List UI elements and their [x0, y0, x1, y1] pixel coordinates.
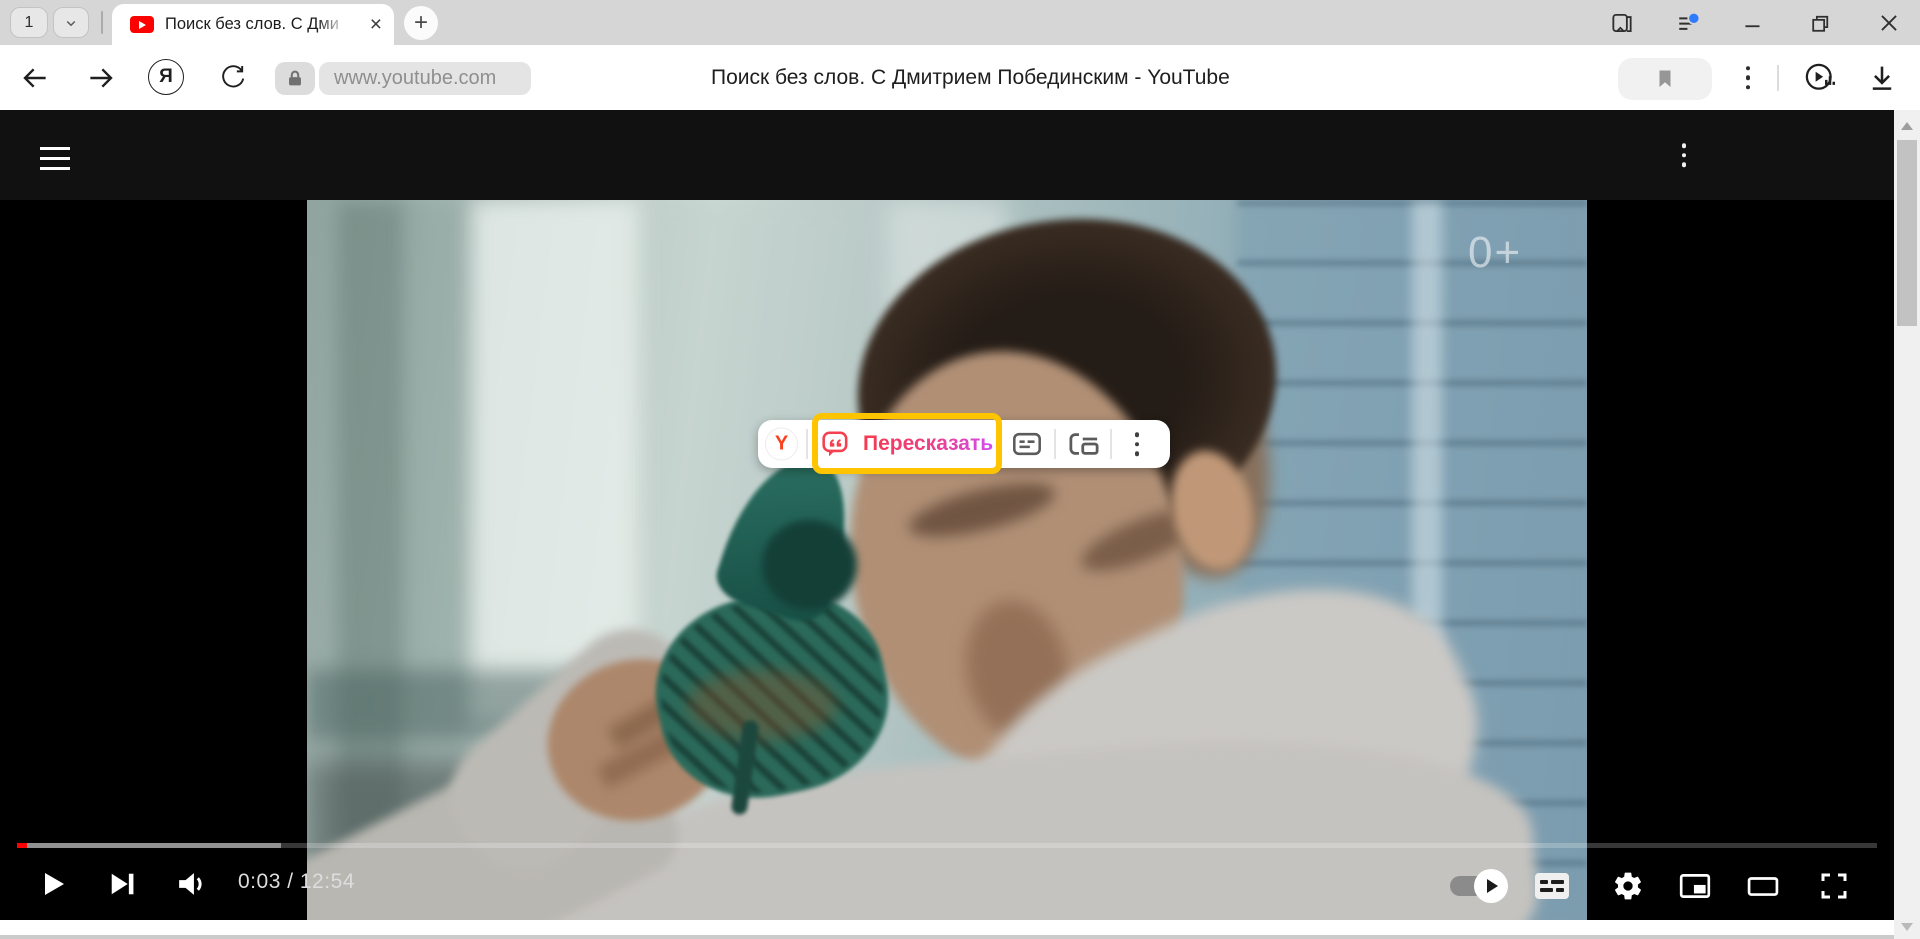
- close-icon: [1876, 10, 1902, 36]
- address-bar: Я www.youtube.com Поиск без слов. С Дмит…: [0, 45, 1920, 110]
- tabbar-separator: [101, 11, 103, 34]
- fullscreen-icon: [1818, 870, 1850, 902]
- time-display: 0:03 / 12:54: [238, 870, 355, 894]
- scroll-down-icon[interactable]: [1901, 923, 1913, 931]
- downloads-button[interactable]: [1860, 61, 1904, 95]
- browser-more-menu[interactable]: [1738, 66, 1758, 90]
- browser-window: 1 Поиск без слов. С Дми × +: [0, 0, 1920, 939]
- picture-in-picture-icon: [1067, 429, 1101, 459]
- volume-button[interactable]: [172, 864, 212, 904]
- gear-icon: [1612, 870, 1644, 902]
- progress-played: [17, 843, 27, 848]
- fullscreen-button[interactable]: [1816, 868, 1852, 904]
- yandex-overlay-button[interactable]: Y: [765, 428, 798, 461]
- site-security-button[interactable]: [275, 62, 315, 95]
- overlay-separator: [1110, 429, 1112, 459]
- yandex-letter: Я: [159, 66, 173, 88]
- reload-icon: [217, 63, 247, 93]
- menu-with-notification-icon: [1674, 9, 1702, 37]
- scene-chameleon-speckles: [687, 670, 837, 740]
- window-restore-button[interactable]: [1805, 8, 1835, 38]
- addressbar-separator: [1777, 65, 1779, 91]
- yandex-y-letter: Y: [775, 433, 788, 456]
- overlay-separator: [806, 429, 808, 459]
- tab-counter-value: 1: [25, 14, 34, 32]
- tab-list-dropdown[interactable]: [53, 7, 89, 38]
- subtitles-icon: [1011, 429, 1043, 459]
- miniplayer-button[interactable]: [1677, 869, 1713, 903]
- overlay-subtitles-button[interactable]: [1010, 429, 1044, 459]
- chevron-down-icon: [62, 14, 80, 32]
- autoplay-toggle[interactable]: [1450, 876, 1504, 896]
- bookmark-icon: [1653, 67, 1677, 91]
- guide-menu-button[interactable]: [40, 147, 70, 177]
- yandex-search-button[interactable]: Я: [148, 59, 184, 95]
- download-icon: [1865, 61, 1899, 95]
- url-field[interactable]: www.youtube.com: [319, 62, 531, 95]
- hamburger-icon: [40, 147, 70, 150]
- play-icon: [38, 868, 68, 900]
- scene-building-column: [407, 200, 467, 840]
- tab-title: Поиск без слов. С Дми: [165, 15, 350, 34]
- overlay-more-menu[interactable]: [1124, 432, 1150, 456]
- play-button[interactable]: [36, 866, 70, 902]
- page-bottom-strip: [0, 920, 1920, 939]
- video-frame[interactable]: [307, 200, 1587, 920]
- back-button[interactable]: [18, 62, 52, 94]
- scene-chameleon-head: [762, 520, 857, 610]
- new-tab-button[interactable]: +: [404, 6, 438, 40]
- forward-button[interactable]: [84, 62, 118, 94]
- active-tab[interactable]: Поиск без слов. С Дми ×: [112, 4, 394, 45]
- bookmarks-panel-icon: [1609, 10, 1635, 36]
- window-close-button[interactable]: [1874, 8, 1904, 38]
- video-player: Y Пересказать: [0, 200, 1920, 920]
- autoplay-knob-icon: [1474, 869, 1508, 903]
- overlay-separator: [1054, 429, 1056, 459]
- theater-mode-button[interactable]: [1744, 869, 1782, 903]
- next-button[interactable]: [104, 866, 140, 902]
- browser-profile-menu[interactable]: [1673, 8, 1703, 38]
- overlay-pip-button[interactable]: [1066, 429, 1102, 459]
- page-title: Поиск без слов. С Дмитрием Побединским -…: [711, 66, 1230, 90]
- video-translate-button[interactable]: [1798, 58, 1842, 98]
- url-text: www.youtube.com: [334, 67, 496, 90]
- progress-buffered: [17, 843, 281, 848]
- back-arrow-icon: [19, 62, 51, 94]
- bookmark-button[interactable]: [1618, 58, 1712, 100]
- volume-icon: [174, 866, 210, 902]
- play-circle-bars-icon: [1800, 58, 1840, 98]
- youtube-favicon-icon: [130, 16, 154, 33]
- youtube-more-menu[interactable]: [1674, 143, 1694, 167]
- scrollbar-thumb[interactable]: [1897, 140, 1917, 326]
- youtube-masthead: YouTube RU: [0, 110, 1920, 200]
- next-icon: [106, 868, 138, 900]
- forward-arrow-icon: [85, 62, 117, 94]
- theater-icon: [1745, 871, 1781, 901]
- tutorial-highlight-box: [812, 413, 1002, 474]
- tab-counter[interactable]: 1: [10, 7, 48, 38]
- reload-button[interactable]: [215, 63, 249, 93]
- settings-button[interactable]: [1611, 869, 1645, 903]
- side-panel-button[interactable]: [1607, 8, 1637, 38]
- lock-icon: [284, 68, 306, 90]
- scrollbar[interactable]: [1894, 110, 1920, 939]
- progress-bar[interactable]: [17, 843, 1877, 848]
- restore-icon: [1808, 11, 1833, 36]
- minimize-icon: [1740, 10, 1766, 36]
- captions-button[interactable]: [1535, 873, 1569, 899]
- tab-close-icon[interactable]: ×: [370, 14, 382, 35]
- miniplayer-icon: [1678, 871, 1712, 901]
- age-rating-badge: 0+: [1468, 228, 1522, 278]
- window-minimize-button[interactable]: [1738, 8, 1768, 38]
- tab-bar: 1 Поиск без слов. С Дми × +: [0, 0, 1920, 45]
- scroll-up-icon[interactable]: [1901, 122, 1913, 130]
